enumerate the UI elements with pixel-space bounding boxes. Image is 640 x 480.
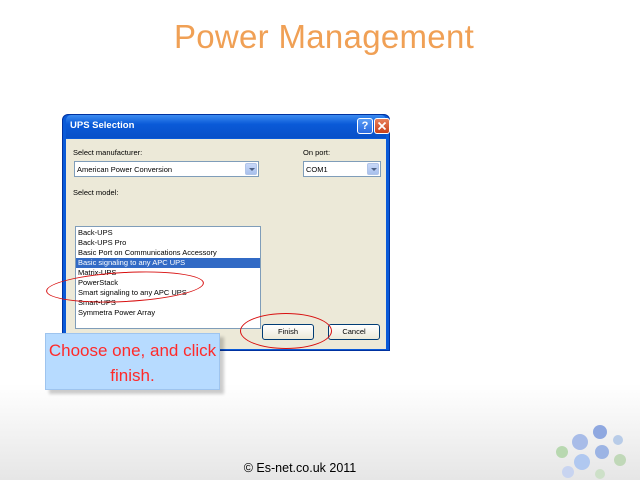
close-icon (377, 121, 387, 131)
dialog-title: UPS Selection (70, 120, 135, 131)
dialog-body: Select manufacturer: American Power Conv… (66, 139, 386, 349)
close-button[interactable] (374, 118, 390, 134)
footer-copyright: © Es-net.co.uk 2011 (243, 461, 357, 475)
list-item-selected[interactable]: Basic signaling to any APC UPS (76, 258, 260, 268)
port-label: On port: (303, 148, 331, 157)
cancel-button[interactable]: Cancel (328, 324, 380, 340)
list-item[interactable]: Back-UPS (76, 228, 260, 238)
instruction-callout: Choose one, and click finish. (45, 333, 220, 390)
port-select[interactable]: COM1 (303, 161, 381, 177)
ups-selection-dialog: UPS Selection ? Select manufacturer: Ame… (62, 114, 390, 351)
list-item[interactable]: Basic Port on Communications Accessory (76, 248, 260, 258)
chevron-down-icon[interactable] (367, 163, 379, 175)
dialog-titlebar[interactable]: UPS Selection ? (66, 115, 390, 138)
manufacturer-value: American Power Conversion (77, 165, 173, 174)
decorative-dots-graphic (556, 425, 626, 479)
model-label: Select model: (73, 188, 119, 197)
slide-title: Power Management (173, 18, 475, 55)
list-item[interactable]: Back-UPS Pro (76, 238, 260, 248)
help-button[interactable]: ? (357, 118, 373, 134)
annotation-ellipse-finish (240, 313, 332, 349)
manufacturer-select[interactable]: American Power Conversion (74, 161, 259, 177)
port-value: COM1 (306, 165, 328, 174)
manufacturer-label: Select manufacturer: (73, 148, 143, 157)
chevron-down-icon[interactable] (245, 163, 257, 175)
list-item[interactable]: Symmetra Power Array (76, 308, 260, 318)
